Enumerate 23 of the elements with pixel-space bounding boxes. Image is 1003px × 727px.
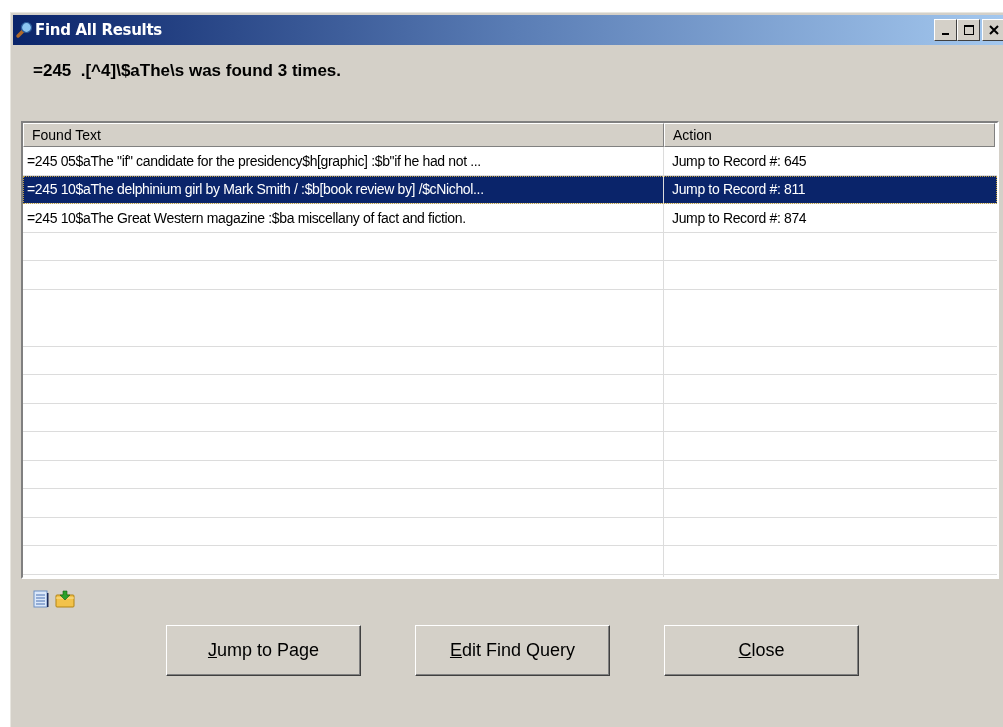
action-cell-text: Jump to Record #: 645: [671, 152, 808, 169]
column-header[interactable]: Found Text: [23, 123, 664, 147]
result-row[interactable]: =245 10$aThe Great Western magazine :$ba miscellany of fact and fiction. Jump to Record #: 874: [23, 204, 997, 233]
dialog-button[interactable]: Close: [664, 625, 859, 676]
result-row[interactable]: =245 10$aThe delphinium girl by Mark Smith / :$b[book review by] /$cNichol... Jump to Record #: 811: [23, 175, 997, 204]
folder-export-icon[interactable]: [55, 590, 75, 608]
magnifier-icon: [15, 21, 33, 39]
found-text-cell: =245 10$aThe Great Western magazine :$ba miscellany of fact and fiction.: [23, 204, 664, 232]
action-cell-text: Jump to Record #: 874: [671, 209, 808, 226]
found-text-cell: =245 05$aThe "if" candidate for the presidency$h[graphic] :$b"if he had not ...: [23, 147, 664, 175]
result-row[interactable]: =245 05$aThe "if" candidate for the presidency$h[graphic] :$b"if he had not ... Jump to Record #: 645: [23, 147, 997, 176]
result-summary: =245 .[^4]\$aThe\s was found 3 times.: [32, 60, 342, 82]
dialog-button[interactable]: Edit Find Query: [415, 625, 610, 676]
found-text-cell: =245 10$aThe delphinium girl by Mark Smith / :$b[book review by] /$cNichol...: [23, 175, 664, 203]
column-header[interactable]: Action: [664, 123, 995, 147]
dialog-button[interactable]: Jump to Page: [166, 625, 361, 676]
minimize-button[interactable]: [934, 19, 957, 41]
close-button[interactable]: [982, 19, 1003, 41]
document-list-icon[interactable]: [33, 590, 49, 608]
action-cell-text: Jump to Record #: 811: [671, 181, 807, 198]
minimize-icon: [942, 33, 949, 35]
window-title: Find All Results: [35, 21, 162, 39]
maximize-button[interactable]: [957, 19, 980, 41]
